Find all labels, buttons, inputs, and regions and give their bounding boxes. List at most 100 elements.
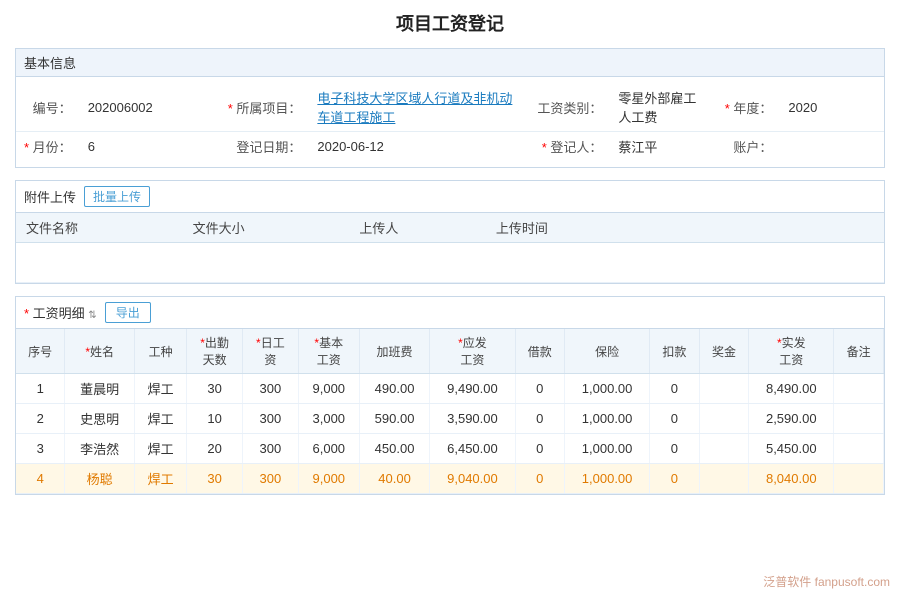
cell-actual-pay: 2,590.00 — [749, 404, 834, 434]
label-month: * 月份： — [16, 132, 80, 162]
value-project: 电子科技大学区域人行道及非机动车道工程施工 — [309, 83, 529, 132]
label-year: * 年度： — [710, 83, 780, 132]
col-upload-time: 上传时间 — [486, 213, 653, 243]
attachment-table: 文件名称 文件大小 上传人 上传时间 — [16, 213, 884, 283]
cell-loan: 0 — [515, 374, 565, 404]
cell-type: 焊工 — [134, 404, 186, 434]
cell-should-pay: 3,590.00 — [430, 404, 515, 434]
cell-overtime: 490.00 — [359, 374, 430, 404]
col-filename: 文件名称 — [16, 213, 183, 243]
cell-type: 焊工 — [134, 434, 186, 464]
cell-deduct: 0 — [650, 434, 700, 464]
cell-insurance: 1,000.00 — [565, 374, 650, 404]
salary-row-3: 3李浩然焊工203006,000450.006,450.0001,000.000… — [16, 434, 884, 464]
cell-name: 董晨明 — [65, 374, 135, 404]
cell-overtime: 590.00 — [359, 404, 430, 434]
cell-daily: 300 — [243, 464, 299, 494]
th-deduct: 扣款 — [650, 329, 700, 374]
cell-name: 史思明 — [65, 404, 135, 434]
cell-deduct: 0 — [650, 464, 700, 494]
label-project: * 所属项目： — [220, 83, 310, 132]
cell-daily: 300 — [243, 434, 299, 464]
salary-row-4: 4杨聪焊工303009,00040.009,040.0001,000.0008,… — [16, 464, 884, 494]
col-filesize: 文件大小 — [183, 213, 350, 243]
watermark: 泛普软件 fanpusoft.com — [763, 573, 890, 590]
basic-info-table: 编号： 202006002 * 所属项目： 电子科技大学区域人行道及非机动车道工… — [16, 83, 884, 161]
cell-insurance: 1,000.00 — [565, 404, 650, 434]
salary-row-2: 2史思明焊工103003,000590.003,590.0001,000.000… — [16, 404, 884, 434]
cell-base: 9,000 — [298, 374, 359, 404]
cell-loan: 0 — [515, 464, 565, 494]
salary-header: * 工资明细 ⇅ 导出 — [16, 297, 884, 329]
cell-bonus — [699, 374, 749, 404]
cell-overtime: 450.00 — [359, 434, 430, 464]
cell-days: 30 — [187, 464, 243, 494]
cell-bonus — [699, 404, 749, 434]
col-extra3 — [745, 213, 791, 243]
label-salary-type: 工资类别： — [529, 83, 610, 132]
cell-type: 焊工 — [134, 374, 186, 404]
th-actual-pay: *实发工资 — [749, 329, 834, 374]
attachment-section: 附件上传 批量上传 文件名称 文件大小 上传人 上传时间 — [15, 180, 885, 284]
th-type: 工种 — [134, 329, 186, 374]
value-month: 6 — [80, 132, 220, 162]
cell-loan: 0 — [515, 404, 565, 434]
cell-days: 20 — [187, 434, 243, 464]
salary-title: * 工资明细 ⇅ — [24, 303, 97, 322]
form-row-2: * 月份： 6 登记日期： 2020-06-12 * 登记人： 蔡江平 账户： — [16, 132, 884, 162]
cell-deduct: 0 — [650, 404, 700, 434]
basic-info-body: 编号： 202006002 * 所属项目： 电子科技大学区域人行道及非机动车道工… — [16, 77, 884, 167]
th-insurance: 保险 — [565, 329, 650, 374]
col-uploader: 上传人 — [349, 213, 486, 243]
cell-base: 9,000 — [298, 464, 359, 494]
col-extra4 — [791, 213, 837, 243]
basic-info-header: 基本信息 — [16, 49, 884, 77]
label-date: 登记日期： — [220, 132, 310, 162]
export-button[interactable]: 导出 — [105, 302, 151, 323]
attachment-header-row: 文件名称 文件大小 上传人 上传时间 — [16, 213, 884, 243]
salary-row-1: 1董晨明焊工303009,000490.009,490.0001,000.000… — [16, 374, 884, 404]
value-date: 2020-06-12 — [309, 132, 529, 162]
cell-daily: 300 — [243, 374, 299, 404]
cell-overtime: 40.00 — [359, 464, 430, 494]
cell-base: 3,000 — [298, 404, 359, 434]
cell-should-pay: 9,490.00 — [430, 374, 515, 404]
value-registrar: 蔡江平 — [610, 132, 710, 162]
th-overtime: 加班费 — [359, 329, 430, 374]
th-base: *基本工资 — [298, 329, 359, 374]
page-title: 项目工资登记 — [15, 10, 885, 36]
cell-actual-pay: 8,490.00 — [749, 374, 834, 404]
th-bonus: 奖金 — [699, 329, 749, 374]
cell-loan: 0 — [515, 434, 565, 464]
label-id: 编号： — [16, 83, 80, 132]
cell-daily: 300 — [243, 404, 299, 434]
cell-days: 10 — [187, 404, 243, 434]
cell-deduct: 0 — [650, 374, 700, 404]
cell-insurance: 1,000.00 — [565, 464, 650, 494]
cell-seq: 2 — [16, 404, 65, 434]
cell-should-pay: 6,450.00 — [430, 434, 515, 464]
value-salary-type: 零星外部雇工人工费 — [610, 83, 710, 132]
attachment-label: 附件上传 — [24, 187, 76, 206]
form-row-1: 编号： 202006002 * 所属项目： 电子科技大学区域人行道及非机动车道工… — [16, 83, 884, 132]
salary-body: 1董晨明焊工303009,000490.009,490.0001,000.000… — [16, 374, 884, 494]
th-days: *出勤天数 — [187, 329, 243, 374]
basic-info-section: 基本信息 编号： 202006002 * 所属项目： 电子科技大学区域人行道及非… — [15, 48, 885, 168]
cell-seq: 3 — [16, 434, 65, 464]
cell-seq: 1 — [16, 374, 65, 404]
project-link[interactable]: 电子科技大学区域人行道及非机动车道工程施工 — [317, 91, 512, 125]
col-extra5 — [838, 213, 884, 243]
batch-upload-button[interactable]: 批量上传 — [84, 186, 150, 207]
cell-should-pay: 9,040.00 — [430, 464, 515, 494]
cell-name: 杨聪 — [65, 464, 135, 494]
salary-section: * 工资明细 ⇅ 导出 序号 *姓名 工种 *出勤天数 *日工资 *基本工资 加… — [15, 296, 885, 495]
value-account — [780, 132, 884, 162]
col-extra1 — [653, 213, 699, 243]
salary-header-row: 序号 *姓名 工种 *出勤天数 *日工资 *基本工资 加班费 *应发工资 借款 … — [16, 329, 884, 374]
attachment-empty-row — [16, 243, 884, 283]
cell-base: 6,000 — [298, 434, 359, 464]
th-remark: 备注 — [834, 329, 884, 374]
cell-seq: 4 — [16, 464, 65, 494]
salary-table: 序号 *姓名 工种 *出勤天数 *日工资 *基本工资 加班费 *应发工资 借款 … — [16, 329, 884, 494]
cell-remark — [834, 374, 884, 404]
